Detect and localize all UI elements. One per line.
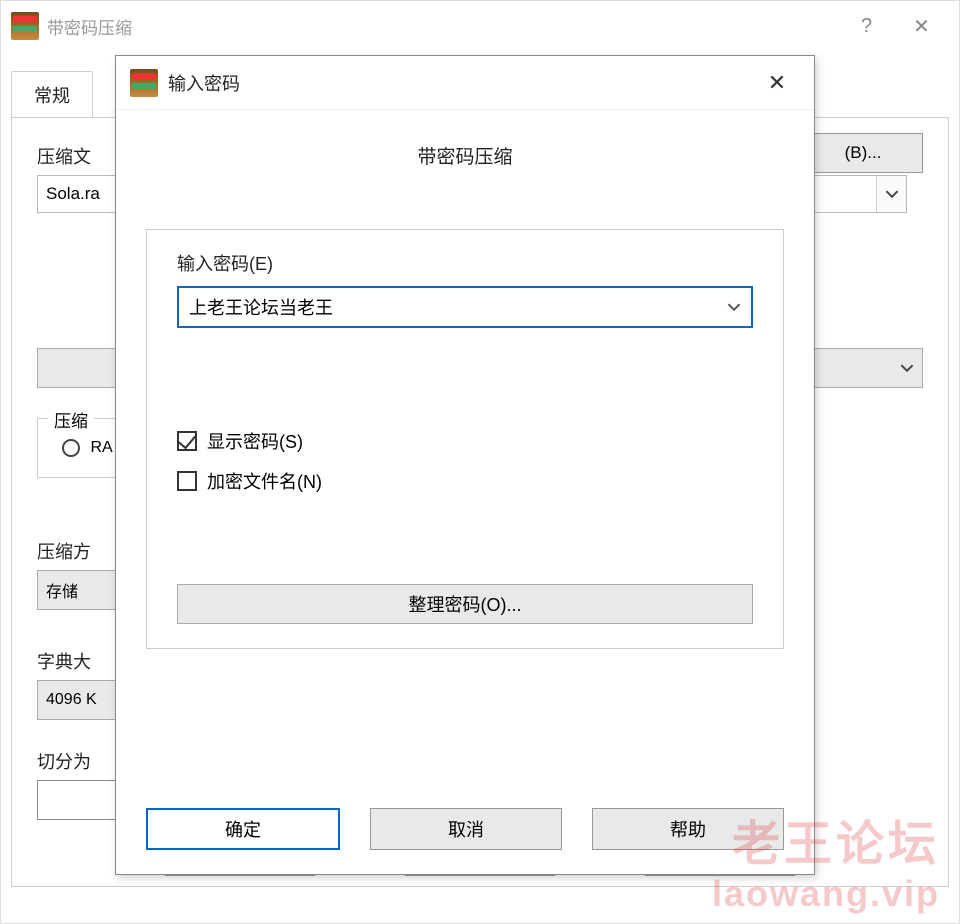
close-icon[interactable]: ✕	[894, 14, 949, 39]
dialog-titlebar: 输入密码 ✕	[116, 56, 814, 110]
help-button[interactable]: 帮助	[592, 808, 784, 850]
parent-window-title: 带密码压缩	[47, 14, 839, 39]
chevron-down-icon[interactable]	[717, 300, 751, 314]
cancel-button[interactable]: 取消	[370, 808, 562, 850]
archive-format-legend: 压缩	[48, 407, 94, 432]
chevron-down-icon[interactable]	[876, 176, 906, 212]
encrypt-filenames-label: 加密文件名(N)	[207, 468, 322, 494]
show-password-label: 显示密码(S)	[207, 428, 303, 454]
dialog-title: 输入密码	[168, 70, 754, 96]
password-group: 输入密码(E) 上老王论坛当老王 显示密码(S) 加密文件名(N) 整理密码(O…	[146, 229, 784, 649]
password-input[interactable]: 上老王论坛当老王	[177, 286, 753, 328]
browse-button[interactable]: (B)...	[803, 133, 923, 173]
organize-passwords-button[interactable]: 整理密码(O)...	[177, 584, 753, 624]
password-label: 输入密码(E)	[177, 250, 753, 276]
checkbox-icon	[177, 471, 197, 491]
parent-titlebar: 带密码压缩 ? ✕	[1, 1, 959, 51]
help-icon[interactable]: ?	[839, 15, 894, 38]
password-dialog: 输入密码 ✕ 带密码压缩 输入密码(E) 上老王论坛当老王 显示密码(S) 加密…	[115, 55, 815, 875]
encrypt-filenames-checkbox[interactable]: 加密文件名(N)	[177, 468, 753, 494]
show-password-checkbox[interactable]: 显示密码(S)	[177, 428, 753, 454]
archive-display-name: 带密码压缩	[146, 142, 784, 169]
winrar-icon	[130, 69, 158, 97]
tab-general[interactable]: 常规	[11, 71, 93, 118]
chevron-down-icon	[900, 361, 914, 375]
radio-rar-label: RA	[90, 439, 112, 456]
password-value: 上老王论坛当老王	[179, 294, 717, 320]
radio-icon[interactable]	[62, 439, 80, 457]
close-icon[interactable]: ✕	[754, 63, 800, 103]
dialog-buttons: 确定 取消 帮助	[146, 808, 784, 850]
checkbox-icon	[177, 431, 197, 451]
ok-button[interactable]: 确定	[146, 808, 340, 850]
winrar-icon	[11, 12, 39, 40]
